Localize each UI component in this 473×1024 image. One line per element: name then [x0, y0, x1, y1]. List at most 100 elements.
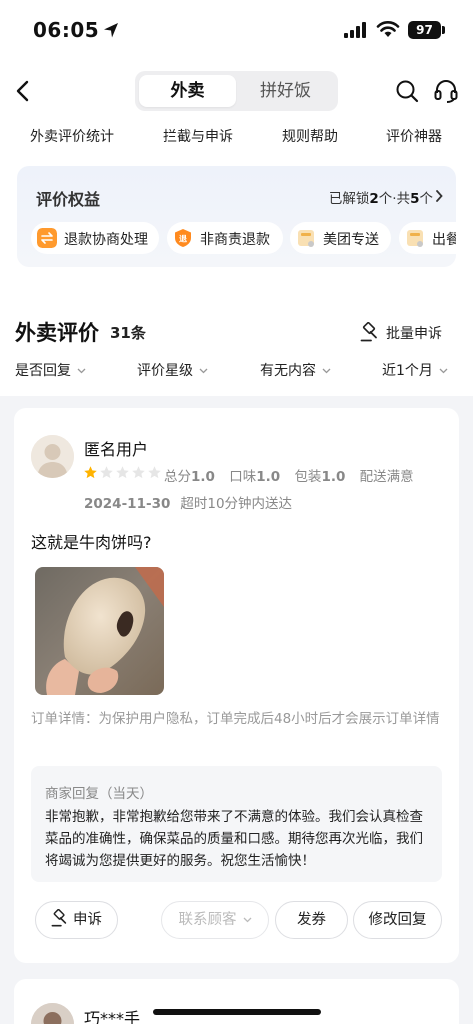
meituan-delivery-icon — [298, 230, 314, 247]
score-label: 口味 — [229, 469, 257, 485]
tab-takeout[interactable]: 外卖 — [139, 75, 236, 107]
star-rating — [83, 465, 163, 481]
merchant-reply: 商家回复（当天） 非常抱歉，非常抱歉给您带来了不满意的体验。我们会认真检查菜品的… — [31, 766, 442, 882]
nav-intercept-appeal[interactable]: 拦截与申诉 — [163, 126, 233, 146]
chip-meituan-delivery[interactable]: 美团专送 — [290, 222, 391, 254]
chevron-down-icon — [243, 917, 251, 923]
rights-unlocked-count[interactable]: 已解锁2个·共5个 — [329, 187, 433, 207]
filter-rating[interactable]: 评价星级 — [137, 360, 208, 380]
chip-non-merchant-refund[interactable]: 退 非商责退款 — [167, 222, 283, 254]
score-label: 包装 — [294, 469, 322, 485]
review-photo[interactable] — [35, 567, 164, 695]
filter-time-range[interactable]: 近1个月 — [382, 360, 448, 380]
refund-negotiation-icon — [37, 228, 57, 248]
avatar — [31, 1003, 74, 1024]
chevron-down-icon — [439, 368, 448, 374]
chip-label: 美团专送 — [323, 232, 379, 248]
star-filled-icon — [84, 466, 97, 479]
score-label: 总分 — [164, 469, 191, 485]
chevron-down-icon — [322, 368, 331, 374]
meal-out-icon — [407, 230, 423, 247]
issue-coupon-button[interactable]: 发券 — [275, 901, 348, 939]
status-bar: 06:05 97 — [0, 0, 473, 60]
reply-text: 非常抱歉，非常抱歉给您带来了不满意的体验。我们会认真检查菜品的准确性，确保菜品的… — [45, 809, 423, 869]
gavel-icon — [51, 909, 67, 927]
nav-rules-help[interactable]: 规则帮助 — [282, 126, 338, 146]
reviewer-name: 匿名用户 — [84, 440, 149, 459]
reply-heading: 商家回复（当天） — [45, 786, 153, 802]
search-icon[interactable] — [395, 79, 419, 103]
back-chevron-icon[interactable] — [12, 79, 34, 103]
chip-label: 退款协商处理 — [64, 232, 148, 248]
home-indicator — [153, 1009, 321, 1015]
appeal-button[interactable]: 申诉 — [35, 901, 118, 939]
star-empty-icon — [132, 466, 145, 479]
anonymous-avatar-icon — [31, 435, 74, 478]
wifi-icon — [376, 21, 400, 37]
filter-label: 近1个月 — [382, 363, 433, 379]
rights-chips: 退款协商处理 退 非商责退款 美团专送 出餐 — [31, 222, 456, 256]
review-card: 匿名用户 总分1.0 口味1.0 包装1.0 配送满意 2024-11-30 超时… — [14, 408, 459, 963]
score-value: 1.0 — [321, 469, 346, 485]
star-empty-icon — [148, 466, 161, 479]
review-photo-image — [35, 567, 164, 695]
filter-replied[interactable]: 是否回复 — [15, 360, 86, 380]
score-label: 配送满意 — [359, 469, 414, 485]
tab-pinhaofan[interactable]: 拼好饭 — [237, 75, 334, 107]
non-merchant-refund-icon: 退 — [175, 229, 191, 247]
battery-indicator: 97 — [408, 21, 441, 39]
review-card: 巧***手 — [14, 979, 459, 1024]
reviews-count: 31条 — [110, 324, 146, 342]
user-avatar-icon — [31, 1003, 74, 1024]
unlocked-prefix: 已解锁 — [328, 191, 370, 207]
total-number: 5 — [410, 191, 420, 207]
score-delivery: 配送满意 — [360, 469, 414, 485]
unlocked-unit: 个·共 — [378, 191, 411, 207]
contact-label: 联系顾客 — [178, 912, 237, 928]
chip-meal-out[interactable]: 出餐 — [399, 222, 456, 254]
review-date: 2024-11-30 — [84, 496, 171, 512]
rights-title: 评价权益 — [36, 190, 101, 209]
review-filters: 是否回复 评价星级 有无内容 近1个月 — [0, 360, 473, 382]
total-unit: 个 — [419, 191, 434, 207]
chevron-down-icon — [199, 368, 208, 374]
unlocked-number: 2 — [369, 191, 379, 207]
review-actions: 申诉 联系顾客 发券 修改回复 — [14, 901, 459, 939]
star-empty-icon — [100, 466, 113, 479]
appeal-label: 申诉 — [73, 912, 102, 928]
score-overall: 总分1.0 — [164, 469, 215, 485]
reviewer-name: 巧***手 — [84, 1009, 141, 1024]
contact-customer-button[interactable]: 联系顾客 — [161, 901, 269, 939]
score-taste: 口味1.0 — [229, 469, 280, 485]
filter-has-content[interactable]: 有无内容 — [260, 360, 331, 380]
chevron-right-icon[interactable] — [435, 190, 443, 202]
avatar — [31, 435, 74, 478]
business-type-switcher: 外卖 拼好饭 — [135, 71, 338, 111]
reviews-title: 外卖评价 — [15, 321, 99, 345]
review-scores: 总分1.0 口味1.0 包装1.0 配送满意 — [164, 465, 424, 485]
gavel-icon — [360, 322, 377, 342]
chip-label: 出餐 — [432, 232, 456, 248]
chevron-down-icon — [77, 368, 86, 374]
star-empty-icon — [116, 466, 129, 479]
nav-review-tool[interactable]: 评价神器 — [386, 126, 442, 146]
customer-service-headset-icon[interactable] — [433, 78, 459, 104]
edit-reply-button[interactable]: 修改回复 — [353, 901, 442, 939]
order-detail-note: 订单详情：为保护用户隐私，订单完成后48小时后才会展示订单详情 — [31, 711, 440, 727]
review-meta: 2024-11-30 超时10分钟内送达 — [84, 492, 292, 512]
sub-navigation: 外卖评价统计 拦截与申诉 规则帮助 评价神器 — [0, 126, 473, 150]
score-packaging: 包装1.0 — [294, 469, 345, 485]
score-value: 1.0 — [191, 469, 215, 485]
location-arrow-icon — [104, 23, 118, 38]
score-value: 1.0 — [256, 469, 281, 485]
chip-label: 非商责退款 — [200, 232, 270, 248]
chip-refund-negotiation[interactable]: 退款协商处理 — [31, 222, 159, 254]
status-time: 06:05 — [33, 18, 100, 42]
batch-appeal-label: 批量申诉 — [386, 326, 442, 342]
filter-label: 是否回复 — [15, 363, 71, 379]
filter-label: 有无内容 — [260, 363, 316, 379]
nav-review-stats[interactable]: 外卖评价统计 — [30, 126, 114, 146]
svg-text:退: 退 — [179, 235, 187, 244]
battery-tip — [442, 26, 445, 34]
review-rights-card: 评价权益 已解锁2个·共5个 退款协商处理 退 非商责退款 美团专送 出餐 — [17, 166, 456, 267]
